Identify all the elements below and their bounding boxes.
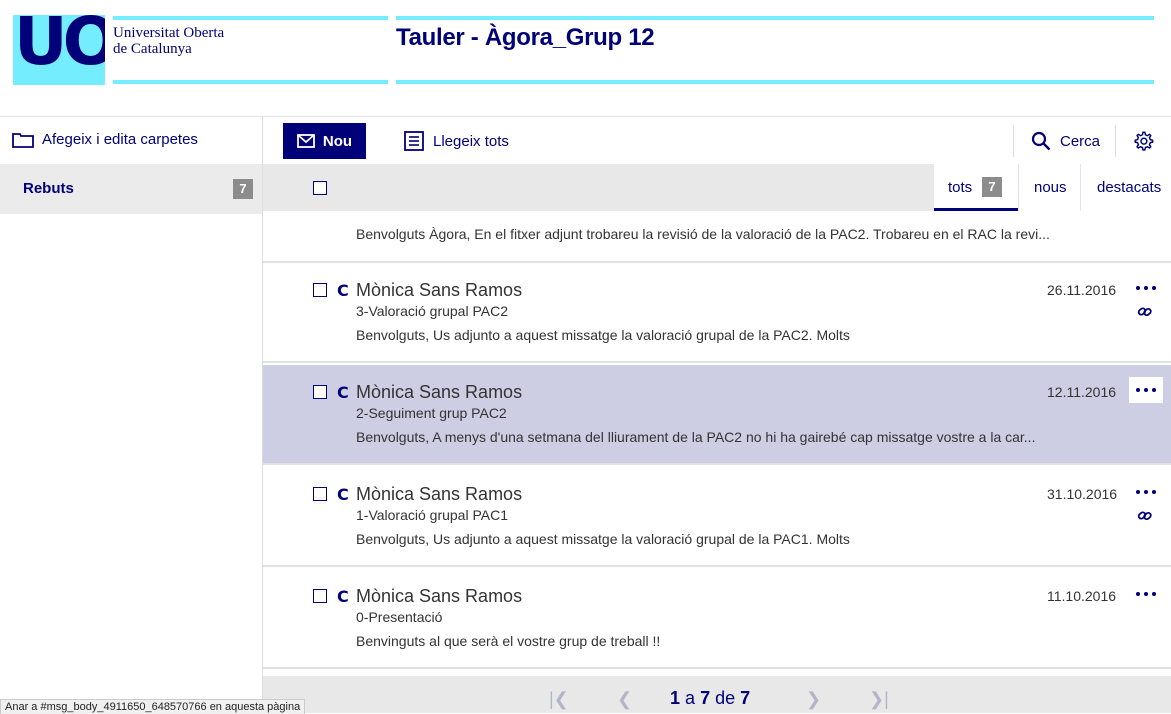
message-sender: Mònica Sans Ramos: [356, 280, 523, 300]
university-line2: de Catalunya: [113, 41, 192, 57]
gear-icon: [1134, 131, 1154, 151]
tab-all-count-badge: 7: [982, 177, 1002, 197]
message-flag: C: [337, 281, 349, 300]
tab-featured[interactable]: destacats: [1080, 164, 1171, 211]
folder-icon: [12, 132, 34, 148]
more-options-button[interactable]: [1129, 275, 1163, 301]
search-icon: [1031, 131, 1051, 151]
dot: [1136, 286, 1140, 290]
message-date: 26.11.2016: [1047, 282, 1117, 298]
message-date: 31.10.2016: [1047, 486, 1118, 502]
message-sender: Mònica Sans Ramos: [356, 586, 523, 606]
message-subject: 0-Presentació: [356, 609, 443, 625]
tab-new[interactable]: nous: [1018, 164, 1081, 211]
dot: [1136, 592, 1140, 596]
message-checkbox[interactable]: [313, 589, 327, 603]
inbox-count-badge: 7: [233, 179, 253, 199]
page-indicator: 1 a 7 de 7: [670, 688, 750, 709]
message-preview: Benvolguts, Us adjunto a aquest missatge…: [356, 531, 850, 547]
new-message-button[interactable]: Nou: [283, 123, 366, 159]
previous-page-icon[interactable]: ❮: [617, 689, 632, 710]
toolbar-divider: [1013, 125, 1014, 157]
message-row[interactable]: C Mònica Sans Ramos 0-Presentació Benvin…: [263, 569, 1171, 669]
message-flag: C: [337, 485, 349, 504]
message-preview: Benvolguts Àgora, En el fitxer adjunt tr…: [356, 226, 1050, 242]
dot: [1152, 286, 1156, 290]
new-message-label: Nou: [322, 132, 353, 150]
search-button[interactable]: Cerca: [1031, 131, 1100, 151]
more-options-button[interactable]: [1129, 479, 1163, 505]
toolbar: Nou Llegeix tots Cerca: [263, 116, 1171, 164]
tab-all[interactable]: tots 7: [934, 164, 1018, 211]
sidebar-item-inbox[interactable]: Rebuts 7: [0, 164, 262, 214]
last-page-icon[interactable]: ❯|: [869, 689, 889, 710]
dot: [1144, 286, 1148, 290]
board-title-bar: Tauler - Àgora_Grup 12: [396, 16, 1154, 84]
dot: [1152, 490, 1156, 494]
message-row-selected[interactable]: C Mònica Sans Ramos 2-Seguiment grup PAC…: [263, 365, 1171, 465]
message-date: 12.11.2016: [1047, 384, 1117, 400]
pagination: |❮ ❮ 1 a 7 de 7 ❯ ❯|: [263, 676, 1171, 713]
message-row[interactable]: C Mònica Sans Ramos 3-Valoració grupal P…: [263, 263, 1171, 363]
edit-folders-link[interactable]: Afegeix i edita carpetes: [12, 131, 198, 148]
next-page-icon[interactable]: ❯: [806, 689, 821, 710]
message-checkbox[interactable]: [313, 487, 327, 501]
read-all-button[interactable]: Llegeix tots: [404, 131, 509, 151]
more-options-button[interactable]: [1129, 581, 1163, 607]
toolbar-divider: [1115, 125, 1116, 157]
message-subject: 3-Valoració grupal PAC2: [356, 303, 509, 319]
tab-featured-label: destacats: [1097, 179, 1162, 196]
page-total: 7: [740, 688, 751, 708]
tab-new-label: nous: [1034, 179, 1067, 196]
document-lines-icon: [404, 131, 424, 151]
filter-bar: tots 7 nous destacats: [263, 164, 1171, 211]
inbox-label: Rebuts: [23, 180, 74, 197]
edit-folders-label: Afegeix i edita carpetes: [42, 131, 198, 148]
dot: [1152, 388, 1156, 392]
read-all-label: Llegeix tots: [433, 132, 509, 150]
attachment-icon: [1137, 511, 1152, 521]
sidebar: Afegeix i edita carpetes Rebuts 7: [0, 116, 263, 713]
message-flag: C: [337, 383, 349, 402]
message-preview: Benvolguts, Us adjunto a aquest missatge…: [356, 327, 850, 343]
message-checkbox[interactable]: [313, 385, 327, 399]
page-of-word: de: [715, 688, 736, 708]
browser-status-bar: Anar a #msg_body_4911650_648570766 en aq…: [0, 699, 306, 714]
university-line1: Universitat Oberta: [113, 25, 225, 41]
university-name: Universitat Oberta de Catalunya: [113, 16, 388, 84]
message-checkbox[interactable]: [313, 283, 327, 297]
message-sender: Mònica Sans Ramos: [356, 484, 523, 504]
message-row-partial[interactable]: Benvolguts Àgora, En el fitxer adjunt tr…: [263, 211, 1171, 263]
message-subject: 2-Seguiment grup PAC2: [356, 405, 507, 421]
message-subject: 1-Valoració grupal PAC1: [356, 507, 509, 523]
page-from: 1: [670, 688, 681, 708]
more-options-button[interactable]: [1129, 377, 1163, 403]
dot: [1152, 592, 1156, 596]
first-page-icon[interactable]: |❮: [549, 689, 569, 710]
message-preview: Benvinguts al que serà el vostre grup de…: [356, 633, 661, 649]
search-label: Cerca: [1060, 132, 1101, 150]
message-row[interactable]: C Mònica Sans Ramos 1-Valoració grupal P…: [263, 467, 1171, 567]
logo-text: UOC: [14, 15, 105, 80]
settings-button[interactable]: [1132, 130, 1154, 157]
dot: [1136, 388, 1140, 392]
message-preview: Benvolguts, A menys d'una setmana del ll…: [356, 429, 1036, 445]
envelope-icon: [297, 134, 315, 148]
attachment-icon: [1137, 307, 1152, 317]
select-all-checkbox[interactable]: [313, 181, 327, 195]
page-to-word: a: [685, 688, 696, 708]
page-title: Tauler - Àgora_Grup 12: [396, 24, 655, 51]
sidebar-header: Afegeix i edita carpetes: [0, 116, 262, 164]
dot: [1144, 388, 1148, 392]
dot: [1144, 592, 1148, 596]
tab-all-label: tots: [948, 179, 973, 196]
dot: [1136, 490, 1140, 494]
page-to: 7: [700, 688, 711, 708]
dot: [1144, 490, 1148, 494]
message-flag: C: [337, 587, 349, 606]
message-sender: Mònica Sans Ramos: [356, 382, 523, 402]
message-date: 11.10.2016: [1047, 588, 1117, 604]
uoc-logo[interactable]: UOC: [13, 15, 105, 85]
